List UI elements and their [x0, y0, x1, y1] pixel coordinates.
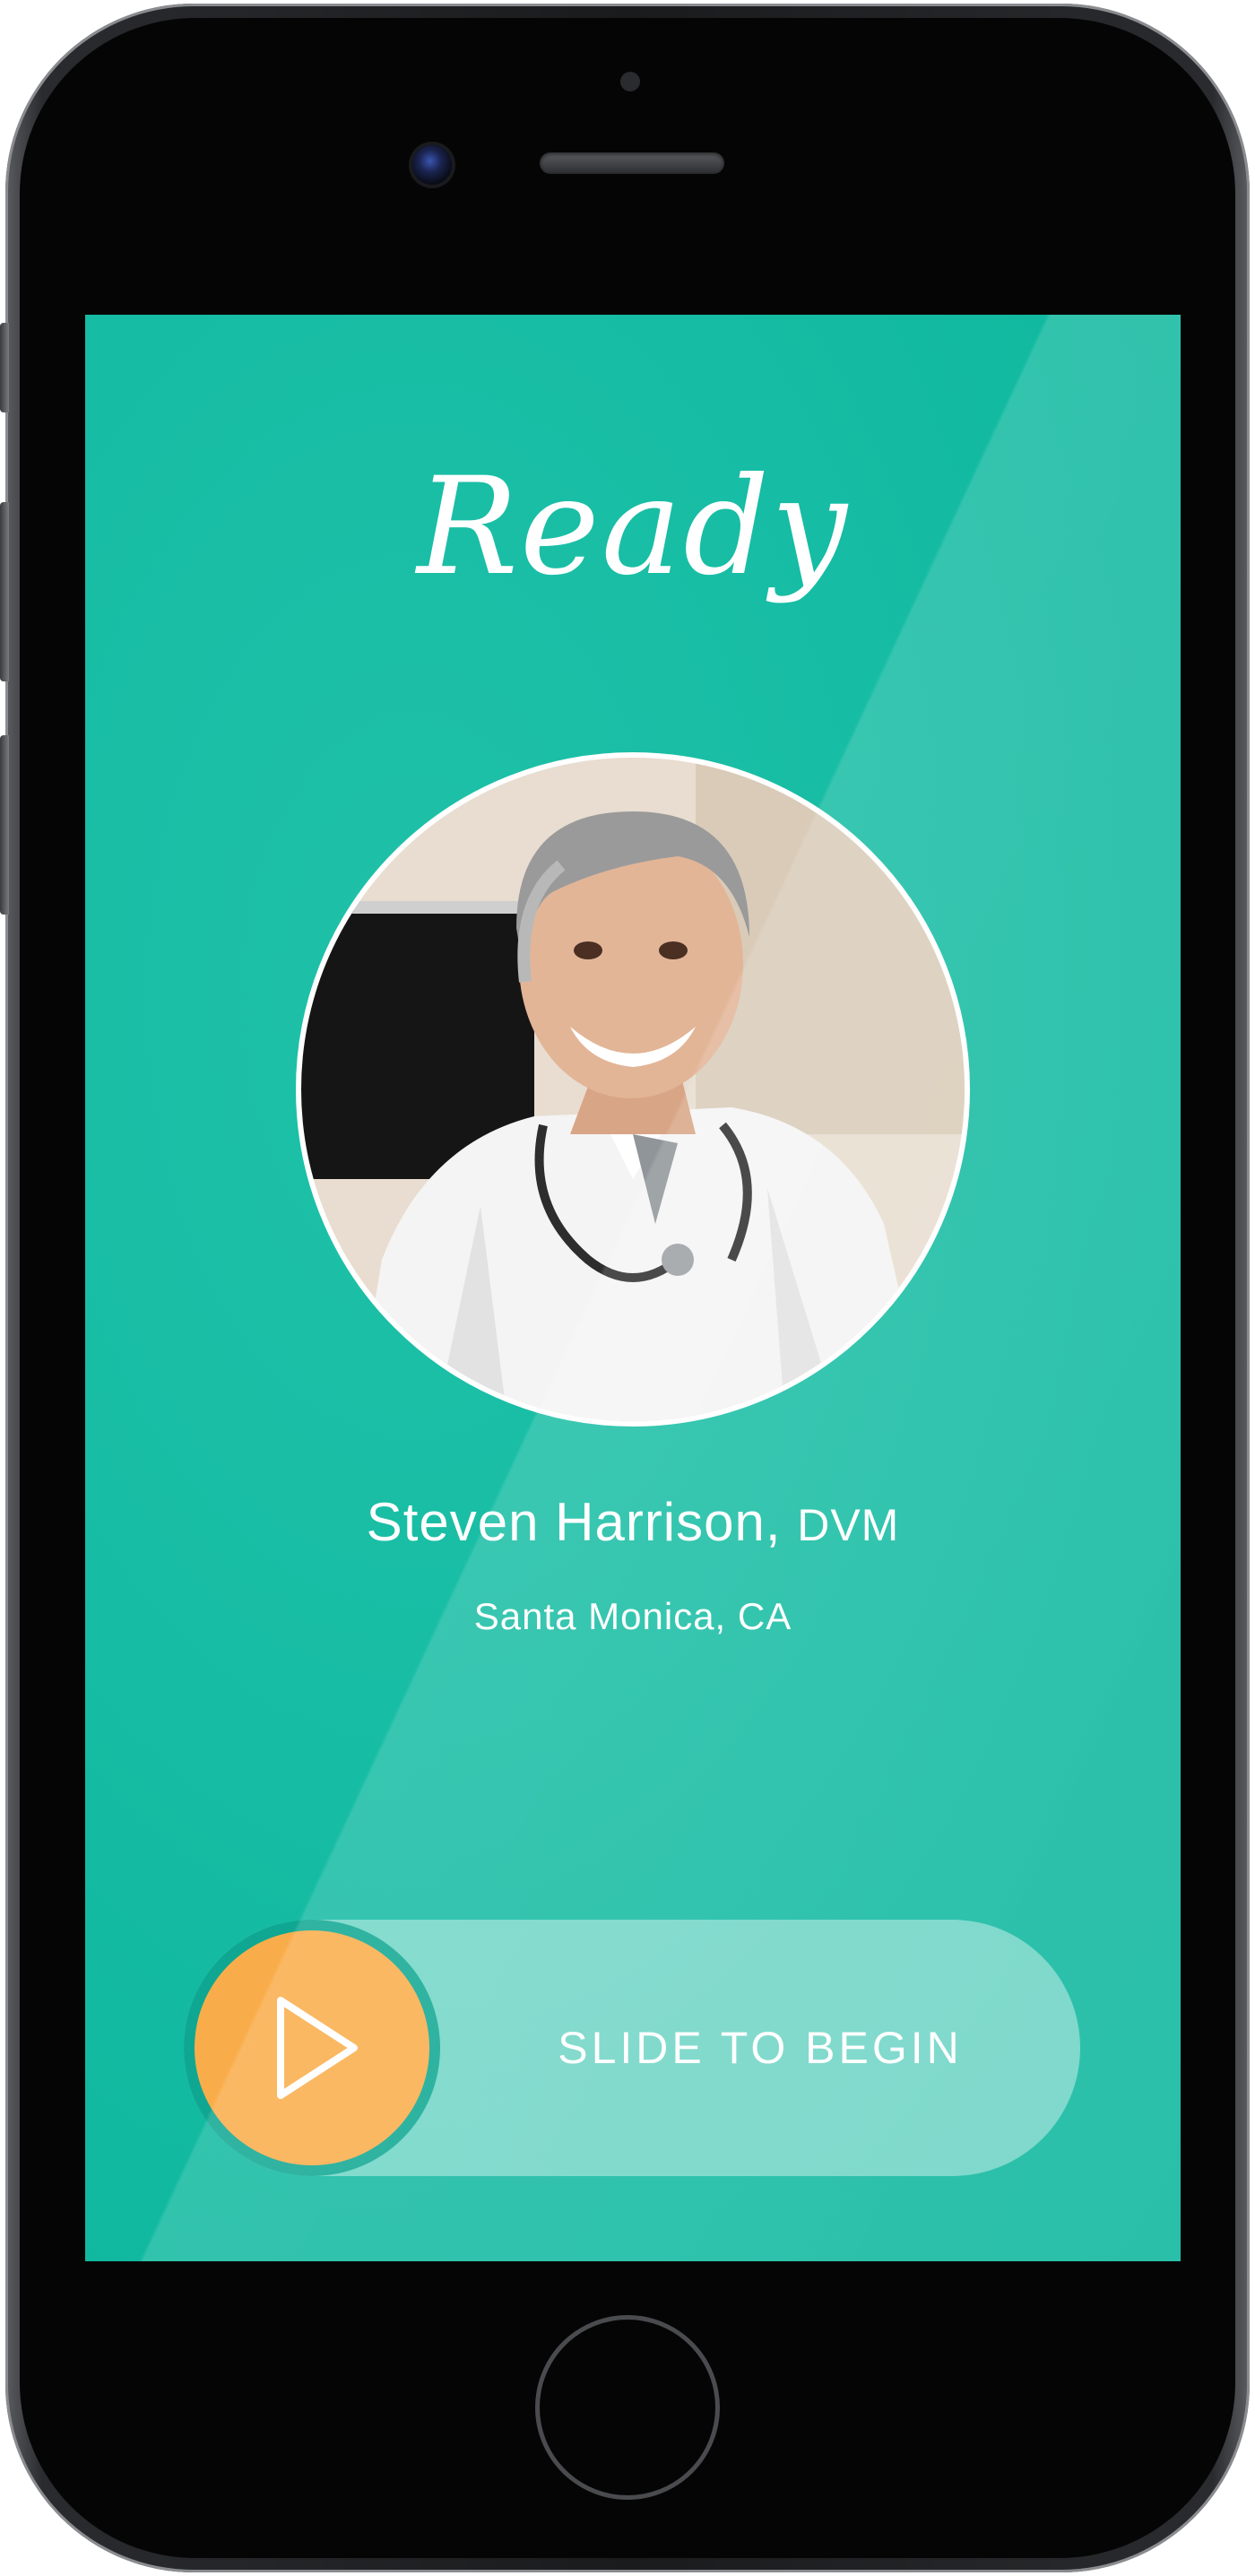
front-camera-icon	[412, 145, 452, 185]
doctor-avatar	[296, 752, 970, 1427]
doctor-name: Steven Harrison, DVM	[85, 1491, 1181, 1553]
doctor-photo	[301, 758, 965, 1421]
doctor-location: Santa Monica, CA	[473, 1595, 792, 1637]
home-button[interactable]	[535, 2315, 720, 2500]
slide-to-begin-slider[interactable]: SLIDE TO BEGIN	[184, 1920, 1080, 2176]
slider-knob[interactable]	[184, 1920, 440, 2176]
proximity-sensor	[620, 72, 640, 91]
phone-mockup: Ready Steven Harrison, DVM Santa Monica,…	[0, 0, 1255, 2576]
mute-switch	[0, 323, 9, 412]
doctor-credential: DVM	[797, 1500, 900, 1550]
slider-label: SLIDE TO BEGIN	[558, 2023, 963, 2073]
volume-up-button	[0, 502, 9, 681]
volume-down-button	[0, 735, 9, 915]
doctor-name-text: Steven Harrison,	[366, 1492, 782, 1552]
slider-knob-button[interactable]	[195, 1930, 429, 2165]
play-icon	[277, 1997, 358, 2099]
earpiece-speaker	[540, 152, 724, 174]
page-title: Ready	[417, 449, 849, 605]
app-screen: Ready Steven Harrison, DVM Santa Monica,…	[85, 315, 1181, 2261]
